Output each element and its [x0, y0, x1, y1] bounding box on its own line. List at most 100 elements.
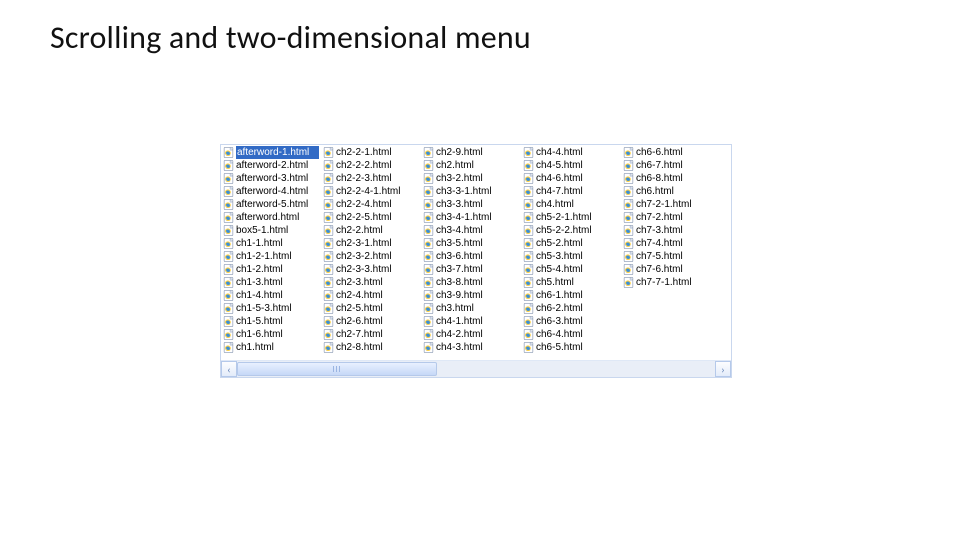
- file-item[interactable]: ch5-2-1.html: [521, 211, 621, 224]
- file-item[interactable]: ch1-3.html: [221, 276, 321, 289]
- file-item[interactable]: ch1-2-1.html: [221, 250, 321, 263]
- file-item[interactable]: ch2.html: [421, 159, 521, 172]
- file-item[interactable]: ch6-1.html: [521, 289, 621, 302]
- file-item[interactable]: ch2-9.html: [421, 146, 521, 159]
- file-item[interactable]: ch1-6.html: [221, 328, 321, 341]
- file-item[interactable]: afterword-4.html: [221, 185, 321, 198]
- file-item[interactable]: ch7-2-1.html: [621, 198, 721, 211]
- file-item[interactable]: ch2-5.html: [321, 302, 421, 315]
- scroll-right-button[interactable]: ›: [715, 361, 731, 377]
- file-item[interactable]: ch3-4-1.html: [421, 211, 521, 224]
- file-item[interactable]: ch5-2-2.html: [521, 224, 621, 237]
- file-item[interactable]: ch3-2.html: [421, 172, 521, 185]
- file-item[interactable]: ch1-2.html: [221, 263, 321, 276]
- file-label: ch7-7-1.html: [636, 276, 719, 289]
- file-label: ch1-5.html: [236, 315, 319, 328]
- file-item[interactable]: ch5-4.html: [521, 263, 621, 276]
- file-item[interactable]: ch2-2-5.html: [321, 211, 421, 224]
- file-item[interactable]: ch6-8.html: [621, 172, 721, 185]
- file-item[interactable]: ch3-6.html: [421, 250, 521, 263]
- file-item[interactable]: ch7-3.html: [621, 224, 721, 237]
- file-item[interactable]: ch2-2-4-1.html: [321, 185, 421, 198]
- file-item[interactable]: ch2-6.html: [321, 315, 421, 328]
- file-item[interactable]: ch2-2.html: [321, 224, 421, 237]
- file-label: ch1-2.html: [236, 263, 319, 276]
- ie-file-icon: [223, 186, 234, 197]
- file-item[interactable]: afterword.html: [221, 211, 321, 224]
- file-item[interactable]: ch6-5.html: [521, 341, 621, 354]
- file-label: ch7-6.html: [636, 263, 719, 276]
- file-item[interactable]: ch5-3.html: [521, 250, 621, 263]
- file-item[interactable]: ch3-9.html: [421, 289, 521, 302]
- file-label: ch2-2-3.html: [336, 172, 419, 185]
- file-item[interactable]: ch2-2-4.html: [321, 198, 421, 211]
- file-item[interactable]: ch2-2-1.html: [321, 146, 421, 159]
- scroll-left-button[interactable]: ‹: [221, 361, 237, 377]
- file-item[interactable]: ch4-6.html: [521, 172, 621, 185]
- file-label: ch3-6.html: [436, 250, 519, 263]
- file-item[interactable]: ch7-5.html: [621, 250, 721, 263]
- file-item[interactable]: ch2-3.html: [321, 276, 421, 289]
- file-label: ch2-2-1.html: [336, 146, 419, 159]
- file-item[interactable]: ch3-8.html: [421, 276, 521, 289]
- file-explorer-list[interactable]: afterword-1.htmlafterword-2.htmlafterwor…: [220, 144, 732, 378]
- scroll-thumb[interactable]: [237, 362, 437, 376]
- file-item[interactable]: box5-1.html: [221, 224, 321, 237]
- file-item[interactable]: ch4-5.html: [521, 159, 621, 172]
- file-item[interactable]: ch4-3.html: [421, 341, 521, 354]
- horizontal-scrollbar[interactable]: ‹ ›: [221, 360, 731, 377]
- file-item[interactable]: ch2-4.html: [321, 289, 421, 302]
- file-item[interactable]: afterword-5.html: [221, 198, 321, 211]
- file-item[interactable]: ch4-4.html: [521, 146, 621, 159]
- file-item[interactable]: ch4-2.html: [421, 328, 521, 341]
- file-item[interactable]: ch7-6.html: [621, 263, 721, 276]
- file-item[interactable]: ch1-5-3.html: [221, 302, 321, 315]
- ie-file-icon: [523, 290, 534, 301]
- file-item[interactable]: ch6-7.html: [621, 159, 721, 172]
- file-item[interactable]: afterword-1.html: [221, 146, 321, 159]
- file-item[interactable]: ch3-7.html: [421, 263, 521, 276]
- file-item[interactable]: afterword-3.html: [221, 172, 321, 185]
- file-item[interactable]: ch3-3-1.html: [421, 185, 521, 198]
- file-item[interactable]: ch2-8.html: [321, 341, 421, 354]
- file-item[interactable]: ch7-7-1.html: [621, 276, 721, 289]
- file-item[interactable]: ch7-4.html: [621, 237, 721, 250]
- ie-file-icon: [423, 160, 434, 171]
- file-item[interactable]: ch4-1.html: [421, 315, 521, 328]
- ie-file-icon: [523, 225, 534, 236]
- file-label: ch4-6.html: [536, 172, 619, 185]
- file-item[interactable]: ch6-3.html: [521, 315, 621, 328]
- file-item[interactable]: ch4-7.html: [521, 185, 621, 198]
- file-item[interactable]: ch3-5.html: [421, 237, 521, 250]
- file-item[interactable]: ch7-2.html: [621, 211, 721, 224]
- file-label: ch4-7.html: [536, 185, 619, 198]
- file-item[interactable]: ch1-5.html: [221, 315, 321, 328]
- file-item[interactable]: ch2-3-2.html: [321, 250, 421, 263]
- file-item[interactable]: ch6-4.html: [521, 328, 621, 341]
- file-item[interactable]: ch1-1.html: [221, 237, 321, 250]
- file-item[interactable]: ch3.html: [421, 302, 521, 315]
- file-item[interactable]: ch6-6.html: [621, 146, 721, 159]
- file-item[interactable]: ch5-2.html: [521, 237, 621, 250]
- file-item[interactable]: ch3-3.html: [421, 198, 521, 211]
- file-item[interactable]: ch2-2-2.html: [321, 159, 421, 172]
- ie-file-icon: [423, 303, 434, 314]
- file-item[interactable]: ch6-2.html: [521, 302, 621, 315]
- file-item[interactable]: ch1.html: [221, 341, 321, 354]
- file-item[interactable]: ch6.html: [621, 185, 721, 198]
- file-item[interactable]: ch3-4.html: [421, 224, 521, 237]
- file-label: ch7-2-1.html: [636, 198, 719, 211]
- file-item[interactable]: ch2-7.html: [321, 328, 421, 341]
- file-item[interactable]: ch2-3-3.html: [321, 263, 421, 276]
- file-columns[interactable]: afterword-1.htmlafterword-2.htmlafterwor…: [221, 145, 731, 361]
- file-label: afterword-2.html: [236, 159, 319, 172]
- file-item[interactable]: ch1-4.html: [221, 289, 321, 302]
- file-item[interactable]: ch2-3-1.html: [321, 237, 421, 250]
- file-item[interactable]: ch2-2-3.html: [321, 172, 421, 185]
- file-label: ch3-4-1.html: [436, 211, 519, 224]
- ie-file-icon: [423, 316, 434, 327]
- file-item[interactable]: ch5.html: [521, 276, 621, 289]
- file-item[interactable]: ch4.html: [521, 198, 621, 211]
- file-item[interactable]: afterword-2.html: [221, 159, 321, 172]
- scroll-track[interactable]: [237, 361, 715, 377]
